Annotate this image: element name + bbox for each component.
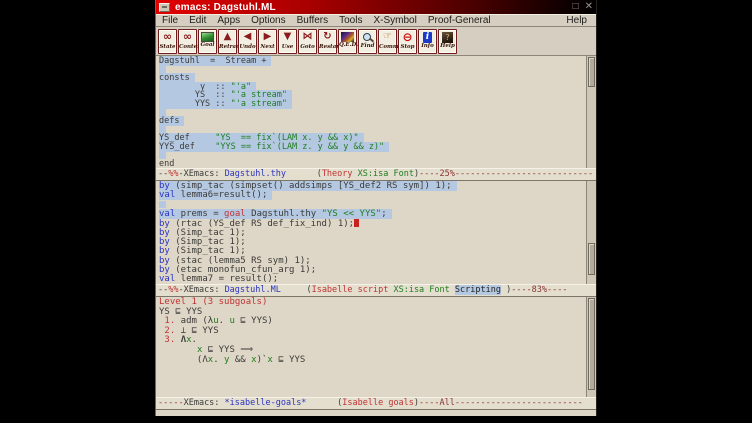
toolbar-button-qed[interactable]: Q.E.D. [338,29,357,54]
buffer-line: end [159,160,586,168]
up-arrow-icon: ▲ [219,30,236,44]
toolbar-button-stop[interactable]: ⊖Stop [398,29,417,54]
maximize-icon[interactable]: □ [573,2,579,12]
buffer-line [159,109,586,118]
restart-icon: ↻ [319,30,336,44]
scrollbar-goals[interactable] [586,297,596,397]
left-arrow-icon: ◀ [239,30,256,44]
toolbar-button-label: Stop [399,44,416,51]
buffer-line [159,152,586,161]
title-bar[interactable]: emacs: Dagstuhl.ML □ ✕ [156,0,596,14]
stop-icon: ⊖ [399,30,416,44]
toolbar-button-next[interactable]: ▶Next [258,29,277,54]
buffer-goals-text: Level 1 (3 subgoals)YS ⊑ YYS 1. adm (λu.… [156,297,586,397]
buffer-line: defs [159,117,586,126]
down-arrow-icon: ▼ [279,30,296,44]
buffer-line: val lemma6=result(); [159,191,586,200]
buffer-line: 1. adm (λu. u ⊑ YYS) [159,317,586,327]
menu-bar-items: File Edit Apps Options Buffers Tools X-Symbol P… [162,15,491,26]
emacs-window: emacs: Dagstuhl.ML □ ✕ File Edit Apps Optio… [155,0,597,416]
scrollbar-ml-thumb[interactable] [588,243,595,275]
window-menu-icon [162,6,167,8]
toolbar-button-use[interactable]: ▼Use [278,29,297,54]
modeline-thy[interactable]: --%%-XEmacs: Dagstuhl.thy (Theory XS:isa… [156,168,596,181]
menu-item-proof-general[interactable]: Proof-General [428,15,491,26]
toolbar-button-retract[interactable]: ▲Retract [218,29,237,54]
buffer-line: val lemma7 = result(); [159,275,586,284]
menu-item-buffers[interactable]: Buffers [297,15,329,26]
toolbar-button-label: Q.E.D. [339,42,356,49]
menu-item-help[interactable]: Help [566,15,587,26]
toolbar-button-label: Command [379,44,396,51]
toolbar-button-goal[interactable]: Goal [198,29,217,54]
modeline-ml[interactable]: --%%-XEmacs: Dagstuhl.ML (Isabelle scrip… [156,284,596,297]
scrollbar-goals-thumb[interactable] [588,298,595,390]
glasses-icon: ∞ [179,30,196,44]
scrollbar-ml[interactable] [586,181,596,284]
toolbar-button-label: Goal [199,42,216,49]
toolbar-button-label: Restart [319,44,336,51]
menu-item-options[interactable]: Options [251,15,285,26]
scrollbar-thy[interactable] [586,56,596,168]
text-cursor [354,219,359,227]
buffer-line: YYS :: "'a stream" [159,100,586,109]
hand-icon: ☞ [379,30,396,44]
buffer-line: 2. ⊥ ⊑ YYS [159,327,586,337]
toolbar-button-find[interactable]: Find [358,29,377,54]
toolbar-button-info[interactable]: iInfo [418,29,437,54]
toolbar-button-goto[interactable]: ⋈Goto [298,29,317,54]
toolbar-button-context[interactable]: ∞Context [178,29,197,54]
toolbar-button-label: Undo [239,44,256,51]
close-icon[interactable]: ✕ [585,2,593,12]
modeline-goals[interactable]: -----XEmacs: *isabelle-goals* (Isabelle … [156,397,596,410]
info-icon: i [423,32,432,43]
buffer-line: Dagstuhl = Stream + [159,57,586,66]
buffer-thy-text: Dagstuhl = Stream +consts y :: "'a" YS :… [156,56,586,168]
toolbar-button-label: Help [439,43,456,50]
menu-bar: File Edit Apps Options Buffers Tools X-Symbol P… [156,14,596,27]
toolbar-button-label: Next [259,44,276,51]
magnifier-icon [359,32,376,43]
toolbar-button-command[interactable]: ☞Command [378,29,397,54]
toolbar-button-label: Use [279,44,296,51]
goal-picture-icon [201,32,214,42]
toolbar-button-restart[interactable]: ↻Restart [318,29,337,54]
buffer-line: (Λx. y && x)`x ⊑ YYS [159,356,586,366]
buffer-line [159,66,586,75]
menu-item-x-symbol[interactable]: X-Symbol [373,15,416,26]
window-menu-button[interactable] [159,3,170,12]
toolbar-button-label: Info [419,43,436,50]
menu-item-apps[interactable]: Apps [217,15,240,26]
buffer-goals[interactable]: Level 1 (3 subgoals)YS ⊑ YYS 1. adm (λu.… [156,297,596,397]
toolbar-button-label: Goto [299,44,316,51]
toolbar-button-label: Context [179,44,196,51]
buffer-line: val prems = goal Dagstuhl.thy "YS << YYS… [159,210,586,219]
toolbar-button-label: State [159,44,176,51]
toolbar-button-help[interactable]: ?Help [438,29,457,54]
buffer-line: YYS_def "YYS == fix`(LAM z. y && y && z)… [159,143,586,152]
toolbar-button-undo[interactable]: ◀Undo [238,29,257,54]
buffer-ml-text: by (simp_tac (simpset() addsimps [YS_def… [156,181,586,284]
toolbar-button-state[interactable]: ∞State [158,29,177,54]
goto-bowtie-icon: ⋈ [299,30,316,44]
menu-item-file[interactable]: File [162,15,178,26]
toolbar-button-label: Find [359,43,376,50]
qed-picture-icon [341,32,354,42]
buffer-line: Level 1 (3 subgoals) [159,298,586,308]
help-picture-icon: ? [442,32,453,43]
menu-item-tools[interactable]: Tools [339,15,362,26]
screen-background: emacs: Dagstuhl.ML □ ✕ File Edit Apps Optio… [0,0,752,423]
window-title: emacs: Dagstuhl.ML [175,2,276,13]
minibuffer[interactable] [156,410,596,416]
glasses-icon: ∞ [159,30,176,44]
right-arrow-icon: ▶ [259,30,276,44]
buffer-ml[interactable]: by (simp_tac (simpset() addsimps [YS_def… [156,181,596,284]
toolbar: ∞State∞ContextGoal▲Retract◀Undo▶Next▼Use… [156,27,596,56]
scrollbar-thy-thumb[interactable] [588,57,595,87]
buffer-thy[interactable]: Dagstuhl = Stream +consts y :: "'a" YS :… [156,56,596,168]
menu-item-edit[interactable]: Edit [189,15,206,26]
toolbar-button-label: Retract [219,44,236,51]
